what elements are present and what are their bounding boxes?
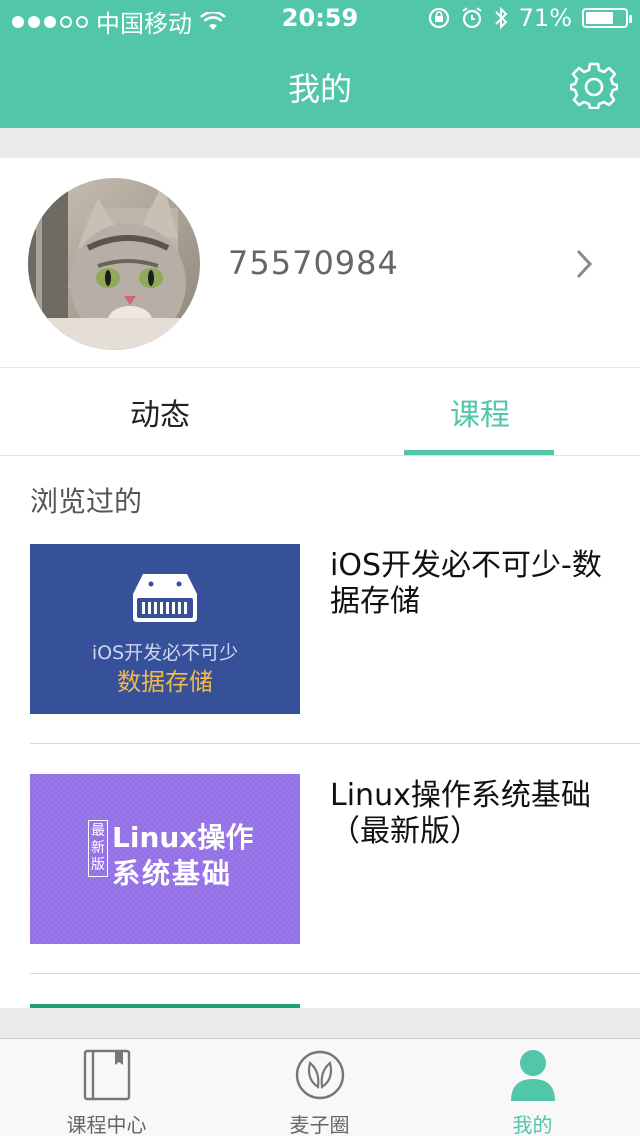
avatar[interactable]	[28, 178, 200, 350]
leaf-icon	[295, 1050, 345, 1100]
battery-fill	[586, 12, 613, 24]
profile-row[interactable]: 75570984	[0, 158, 640, 368]
course-title[interactable]: iOS开发必不可少-数据存储	[330, 548, 630, 620]
thumbnail-subtitle: iOS开发必不可少	[91, 642, 239, 664]
course-title[interactable]: Linux操作系统基础（最新版）	[330, 778, 630, 850]
user-icon	[511, 1050, 555, 1101]
battery-percent: 71%	[518, 4, 572, 32]
tab-courses[interactable]: 课程	[450, 390, 510, 434]
tabbar-item-course-center[interactable]: 课程中心	[0, 1039, 213, 1136]
cat-avatar	[28, 178, 200, 350]
page-title: 我的	[287, 70, 352, 108]
status-right: 71%	[427, 4, 632, 32]
book-icon	[83, 1049, 131, 1101]
alarm-icon	[462, 7, 482, 29]
thumbnail-title: 数据存储	[117, 668, 213, 696]
active-tab-indicator	[404, 450, 554, 455]
section-title: 浏览过的	[30, 485, 143, 518]
rotation-lock-icon	[428, 7, 449, 29]
tabbar-label: 麦子圈	[289, 1113, 350, 1136]
tabbar-item-mine[interactable]: 我的	[426, 1039, 639, 1136]
segment-tabs: 动态 课程	[0, 368, 640, 456]
tab-activity[interactable]: 动态	[130, 390, 190, 434]
status-bar: 中国移动 20:59 71%	[0, 0, 640, 40]
user-id: 75570984	[228, 244, 399, 282]
tabbar-item-maizi-circle[interactable]: 麦子圈	[213, 1039, 426, 1136]
thumbnail-title-line1: Linux操作	[112, 821, 254, 854]
tabbar-label: 我的	[512, 1113, 553, 1136]
top-bar: 中国移动 20:59 71% 我的	[0, 0, 640, 128]
course-item[interactable]: 最新版 Linux操作 系统基础 Linux操作系统基础（最新版）	[30, 774, 640, 974]
battery-icon	[582, 8, 632, 28]
content-bottom-spacer	[0, 1008, 640, 1038]
bottom-tab-bar: 课程中心 麦子圈 我的	[0, 1038, 640, 1136]
header-spacer	[0, 128, 640, 158]
course-item[interactable]: iOS开发必不可少 数据存储 iOS开发必不可少-数据存储	[30, 544, 640, 744]
thumbnail-title-line2: 系统基础	[112, 857, 233, 890]
chevron-right-icon[interactable]	[570, 246, 598, 282]
gear-icon[interactable]	[570, 61, 618, 109]
course-thumbnail[interactable]: iOS开发必不可少 数据存储	[30, 544, 300, 714]
storage-drive-icon	[133, 574, 197, 622]
thumbnail-badge: 最新版	[88, 820, 108, 877]
tabbar-label: 课程中心	[66, 1113, 147, 1136]
course-thumbnail[interactable]: 最新版 Linux操作 系统基础	[30, 774, 300, 944]
bluetooth-icon	[494, 6, 508, 30]
